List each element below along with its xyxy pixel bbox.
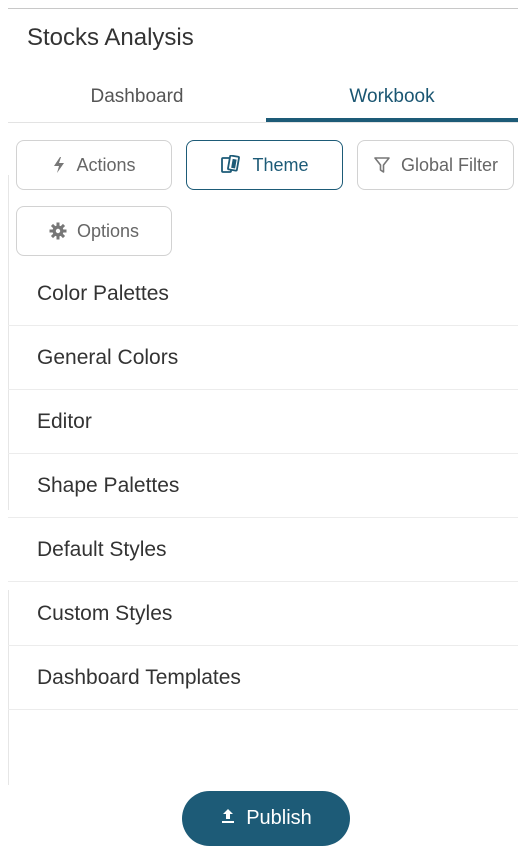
publish-button[interactable]: Publish [182,791,350,846]
list-item-default-styles[interactable]: Default Styles [8,518,518,582]
global-filter-button[interactable]: Global Filter [357,140,514,190]
list-item-color-palettes[interactable]: Color Palettes [8,262,518,326]
page-title: Stocks Analysis [27,24,194,51]
publish-button-label: Publish [246,807,312,829]
filter-icon [373,156,391,174]
theme-settings-list: Color Palettes General Colors Editor Sha… [8,262,518,710]
list-item-general-colors[interactable]: General Colors [8,326,518,390]
global-filter-button-label: Global Filter [400,154,499,175]
tab-bar: Dashboard Workbook [8,74,518,122]
list-item-editor[interactable]: Editor [8,390,518,454]
actions-button-label: Actions [76,154,136,175]
list-item-custom-styles[interactable]: Custom Styles [8,582,518,646]
theme-icon [220,155,242,175]
list-item-shape-palettes[interactable]: Shape Palettes [8,454,518,518]
options-button-label: Options [76,220,140,241]
upload-icon [220,807,236,831]
tab-dashboard[interactable]: Dashboard [8,74,266,120]
options-button[interactable]: Options [16,206,172,256]
theme-button[interactable]: Theme [186,140,343,190]
tab-workbook[interactable]: Workbook [266,74,518,120]
theme-button-label: Theme [252,154,309,175]
lightning-icon [52,156,66,174]
gear-icon [49,222,67,240]
tab-bar-divider [8,122,518,123]
list-item-dashboard-templates[interactable]: Dashboard Templates [8,646,518,710]
actions-button[interactable]: Actions [16,140,172,190]
top-divider [8,8,518,9]
workbook-panel: Stocks Analysis Dashboard Workbook Actio… [0,0,518,865]
